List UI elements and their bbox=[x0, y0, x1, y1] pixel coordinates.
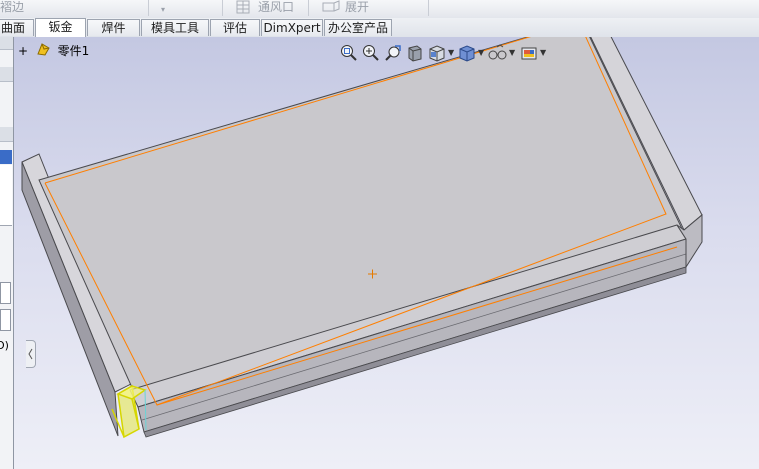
previous-view-icon[interactable] bbox=[383, 43, 403, 63]
graphics-area[interactable]: + 零件1 ▼ ▼ ▼ ▼ bbox=[14, 37, 759, 469]
toolbar-separator bbox=[428, 0, 429, 16]
hem-button[interactable]: 褶边 bbox=[0, 0, 24, 16]
edit-appearance-icon[interactable] bbox=[519, 43, 539, 63]
hide-show-items-icon[interactable] bbox=[487, 43, 507, 63]
command-manager-tabs: 曲面 钣金 焊件 模具工具 评估 DimXpert 办公室产品 bbox=[0, 18, 759, 38]
view-orientation-icon[interactable] bbox=[427, 43, 447, 63]
vent-icon bbox=[236, 0, 250, 16]
tab-weldments[interactable]: 焊件 bbox=[87, 19, 140, 36]
part-name[interactable]: 零件1 bbox=[58, 44, 90, 58]
toolbar-separator bbox=[308, 0, 309, 16]
chevron-down-icon[interactable]: ▼ bbox=[540, 48, 546, 57]
chevron-down-icon[interactable]: ▼ bbox=[478, 48, 484, 57]
tree-expander[interactable]: + bbox=[18, 42, 28, 60]
selected-item-highlight[interactable] bbox=[0, 150, 12, 164]
zoom-to-fit-icon[interactable] bbox=[339, 43, 359, 63]
section-view-icon[interactable] bbox=[405, 43, 425, 63]
tab-evaluate[interactable]: 评估 bbox=[210, 19, 260, 36]
tab-office-products[interactable]: 办公室产品 bbox=[324, 19, 392, 36]
panel-cutoff-text: O) bbox=[0, 339, 9, 352]
toolbar-separator bbox=[222, 0, 223, 16]
panel-header bbox=[0, 37, 13, 50]
display-style-icon[interactable] bbox=[457, 43, 477, 63]
tab-mold-tools[interactable]: 模具工具 bbox=[141, 19, 209, 36]
tab-surfaces[interactable]: 曲面 bbox=[0, 19, 34, 36]
panel-group-header[interactable] bbox=[0, 67, 13, 82]
tab-sheet-metal[interactable]: 钣金 bbox=[35, 18, 86, 37]
property-manager-panel: O) bbox=[0, 37, 14, 469]
zoom-to-area-icon[interactable] bbox=[361, 43, 381, 63]
command-toolbar: 褶边 ▾ 通风口 展开 bbox=[0, 0, 759, 19]
panel-collapse-handle[interactable] bbox=[26, 340, 36, 368]
unfold-icon bbox=[322, 0, 340, 16]
vent-button[interactable]: 通风口 bbox=[258, 0, 294, 16]
tab-dimxpert[interactable]: DimXpert bbox=[261, 19, 323, 36]
feature-tree: + 零件1 bbox=[18, 42, 89, 60]
toolbar-separator bbox=[148, 0, 149, 16]
chevron-down-icon[interactable]: ▼ bbox=[509, 48, 515, 57]
selection-list-box[interactable] bbox=[0, 165, 12, 226]
part-icon bbox=[36, 42, 52, 61]
unfold-button[interactable]: 展开 bbox=[345, 0, 369, 16]
parameter-input[interactable] bbox=[0, 282, 11, 304]
panel-group-header[interactable] bbox=[0, 127, 13, 142]
parameter-input[interactable] bbox=[0, 309, 11, 331]
toolbar-dropdown-arrow[interactable]: ▾ bbox=[161, 3, 165, 19]
chevron-down-icon[interactable]: ▼ bbox=[448, 48, 454, 57]
sheet-metal-model[interactable] bbox=[14, 37, 759, 469]
